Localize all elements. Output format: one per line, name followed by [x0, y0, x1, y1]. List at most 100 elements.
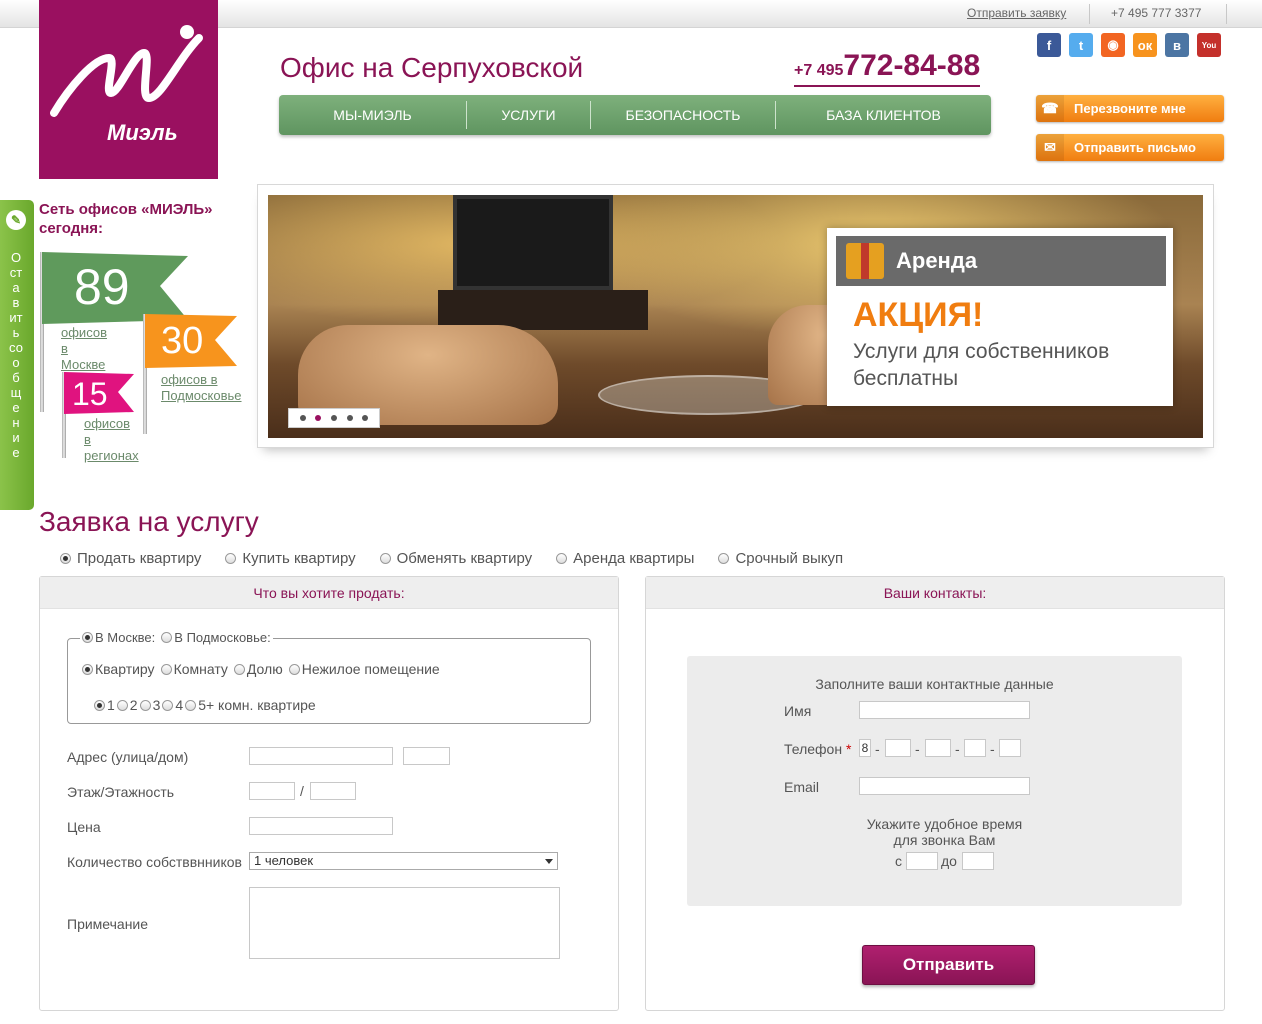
- radio-apartment[interactable]: [82, 663, 93, 675]
- time-to-label: до: [941, 853, 957, 869]
- contacts-panel: Ваши контакты: Заполните ваши контактные…: [645, 576, 1225, 1011]
- contacts-box: Заполните ваши контактные данные Имя Тел…: [687, 656, 1182, 906]
- nav-item-client-base[interactable]: БАЗА КЛИЕНТОВ: [776, 101, 991, 129]
- cabinet-image: [438, 290, 648, 330]
- service-urgent-buyout[interactable]: Срочный выкуп: [718, 550, 843, 567]
- phone-code-input[interactable]: [885, 739, 911, 757]
- phone-part2-input[interactable]: [964, 739, 986, 757]
- call-time-label: Укажите удобное время для звонка Вам: [866, 816, 1023, 848]
- logo[interactable]: Миэль: [39, 0, 218, 179]
- phone-prefix: +7 495: [794, 62, 844, 79]
- slider-dot-active[interactable]: [315, 415, 322, 421]
- flag-count: 15: [72, 376, 108, 412]
- service-exchange-apartment[interactable]: Обменять квартиру: [379, 550, 532, 567]
- phone-dash: -: [915, 741, 920, 757]
- total-floors-input[interactable]: [310, 782, 356, 800]
- note-textarea[interactable]: [249, 887, 560, 959]
- radio-selected-icon[interactable]: [60, 553, 71, 564]
- radio-share[interactable]: [233, 663, 245, 675]
- flag-count: 30: [161, 320, 204, 362]
- note-label: Примечание: [67, 916, 149, 932]
- odnoklassniki-icon[interactable]: ок: [1133, 33, 1157, 57]
- sell-details-panel: Что вы хотите продать: В Москве: В Подмо…: [39, 576, 619, 1011]
- owners-select[interactable]: 1 человек: [249, 852, 558, 870]
- callback-label: Перезвоните мне: [1074, 101, 1186, 116]
- panel-heading: Ваши контакты:: [646, 577, 1224, 609]
- radio-icon[interactable]: [556, 553, 568, 564]
- send-letter-label: Отправить письмо: [1074, 140, 1196, 155]
- contacts-box-title: Заполните ваши контактные данные: [815, 676, 1054, 692]
- twitter-icon[interactable]: t: [1069, 33, 1093, 57]
- time-from-input[interactable]: [906, 852, 938, 870]
- radio-rooms-1[interactable]: [94, 699, 105, 711]
- promo-headline: АКЦИЯ!: [853, 296, 984, 334]
- email-label: Email: [784, 779, 820, 795]
- submit-button[interactable]: Отправить: [862, 945, 1035, 985]
- owners-label: Количество собстввнников: [67, 854, 242, 870]
- header-phone[interactable]: +7 495772-84-88: [794, 51, 981, 87]
- name-input[interactable]: [859, 701, 1030, 719]
- top-phone: +7 495 777 3377: [1111, 6, 1202, 20]
- promo-slider: Аренда АКЦИЯ! Услуги для собственников б…: [257, 184, 1214, 448]
- logo-mark-icon: [50, 25, 203, 117]
- slider-dot[interactable]: [330, 415, 337, 421]
- nav-item-services[interactable]: УСЛУГИ: [467, 101, 591, 129]
- radio-icon[interactable]: [718, 553, 730, 564]
- promo-category: Аренда: [896, 248, 978, 273]
- slider-dot[interactable]: [346, 415, 353, 421]
- flag-label: офисов в Москве: [61, 325, 107, 372]
- price-input[interactable]: [249, 817, 393, 835]
- service-buy-apartment[interactable]: Купить квартиру: [225, 550, 356, 567]
- phone-icon: ☎: [1036, 95, 1064, 122]
- address-street-input[interactable]: [249, 747, 393, 765]
- radio-rooms-4[interactable]: [162, 699, 174, 711]
- radio-rooms-5plus[interactable]: [185, 699, 197, 711]
- radio-nonresidential[interactable]: [288, 663, 300, 675]
- email-input[interactable]: [859, 777, 1030, 795]
- send-letter-button[interactable]: ✉ Отправить письмо: [1036, 134, 1224, 161]
- phone-prefix-field: 8: [859, 739, 871, 757]
- property-fieldset: В Москве: В Подмосковье: Квартиру Комнат…: [67, 630, 591, 724]
- phone-part1-input[interactable]: [925, 739, 951, 757]
- radio-rooms-2[interactable]: [116, 699, 128, 711]
- service-options: Продать квартиру Купить квартиру Обменят…: [60, 550, 867, 567]
- tv-image: [453, 195, 613, 290]
- leave-message-tab[interactable]: ✎ Оставить сообщение: [0, 200, 34, 510]
- radio-moscow[interactable]: [82, 632, 93, 643]
- slider-dots: [288, 408, 380, 428]
- service-rent-apartment[interactable]: Аренда квартиры: [556, 550, 694, 567]
- property-type-options: Квартиру Комнату Долю Нежилое помещение: [82, 661, 446, 677]
- divider: [1226, 4, 1227, 24]
- floor-input[interactable]: [249, 782, 295, 800]
- envelope-icon: ✉: [1036, 134, 1064, 161]
- service-sell-apartment[interactable]: Продать квартиру: [60, 550, 201, 567]
- radio-mo[interactable]: [161, 632, 173, 643]
- youtube-icon[interactable]: You: [1197, 33, 1221, 57]
- form-title: Заявка на услугу: [39, 506, 259, 537]
- floor-separator: /: [300, 783, 304, 799]
- logo-text: Миэль: [107, 120, 178, 145]
- slider-dot[interactable]: [299, 415, 306, 421]
- callback-button[interactable]: ☎ Перезвоните мне: [1036, 95, 1224, 122]
- send-request-link[interactable]: Отправить заявку: [967, 6, 1066, 20]
- phone-part3-input[interactable]: [999, 739, 1021, 757]
- radio-icon[interactable]: [379, 553, 391, 564]
- vkontakte-icon[interactable]: в: [1165, 33, 1189, 57]
- rss-icon[interactable]: ◉: [1101, 33, 1125, 57]
- address-house-input[interactable]: [403, 747, 450, 765]
- nav-item-security[interactable]: БЕЗОПАСНОСТЬ: [591, 101, 776, 129]
- radio-rooms-3[interactable]: [139, 699, 151, 711]
- promo-text: Услуги для собственников бесплатны: [853, 340, 1110, 390]
- radio-icon[interactable]: [225, 553, 237, 564]
- slide-image[interactable]: Аренда АКЦИЯ! Услуги для собственников б…: [268, 195, 1203, 438]
- time-from-label: с: [895, 853, 902, 869]
- promo-card[interactable]: Аренда АКЦИЯ! Услуги для собственников б…: [827, 228, 1173, 406]
- flag-label: офисов в Подмосковье: [161, 372, 242, 403]
- facebook-icon[interactable]: f: [1037, 33, 1061, 57]
- slider-dot[interactable]: [362, 415, 369, 421]
- nav-item-we-miel[interactable]: МЫ-МИЭЛЬ: [279, 101, 467, 129]
- time-to-input[interactable]: [962, 852, 994, 870]
- radio-room[interactable]: [160, 663, 172, 675]
- main-nav: МЫ-МИЭЛЬ УСЛУГИ БЕЗОПАСНОСТЬ БАЗА КЛИЕНТ…: [279, 95, 991, 135]
- promo-header: Аренда: [836, 236, 1166, 286]
